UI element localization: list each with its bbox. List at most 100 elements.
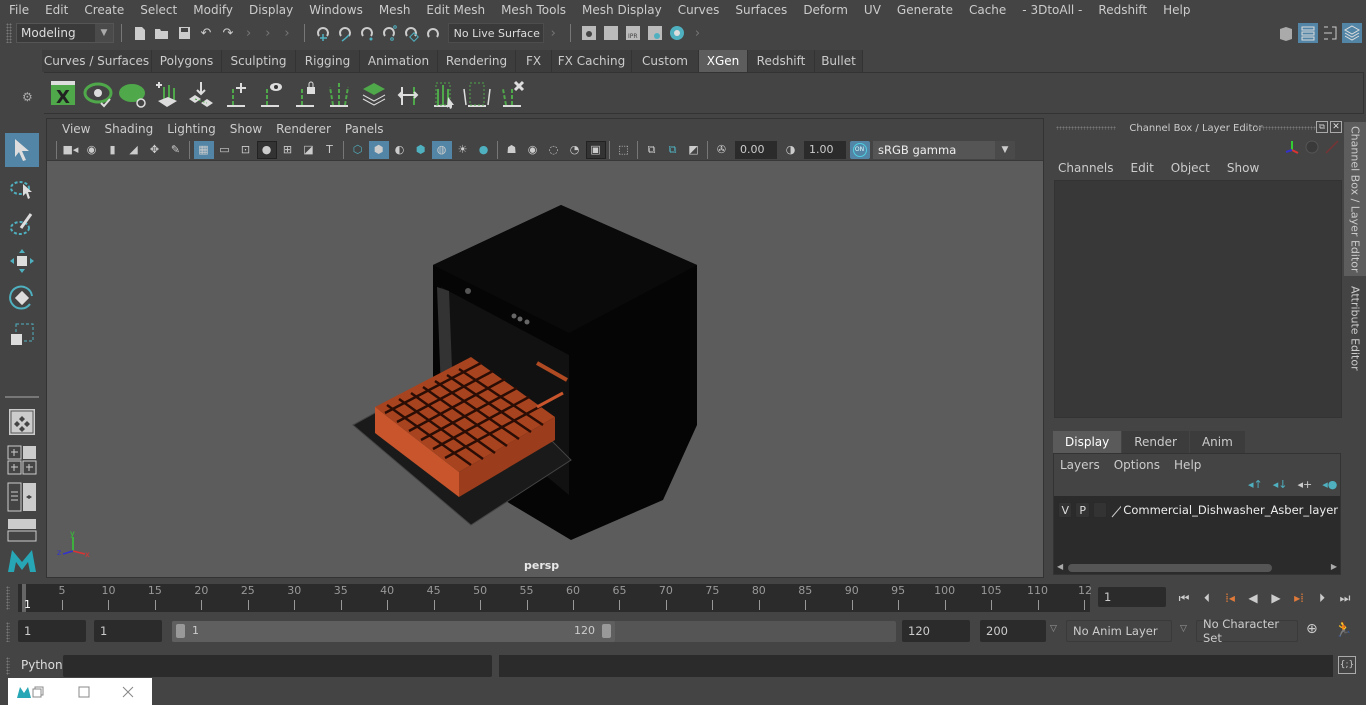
hud-icon[interactable]: ⧉ [663,141,683,159]
drag-handle[interactable] [6,23,12,43]
2d-pan-zoom-icon[interactable]: ✥ [145,141,165,159]
move-layer-down-icon[interactable]: ◂↓ [1273,478,1288,491]
viewport-menu-lighting[interactable]: Lighting [160,122,223,136]
script-editor-icon[interactable]: {;} [1338,656,1356,674]
menu-uv[interactable]: UV [855,3,888,17]
chevron-down-icon[interactable]: ▽ [1050,624,1057,634]
range-end-field[interactable]: 200 [980,620,1046,642]
snap-live-icon[interactable] [401,23,421,43]
shadows-icon[interactable]: ● [474,141,494,159]
xgen-flip-guides-icon[interactable] [393,79,423,109]
layer-display-type-toggle[interactable] [1092,502,1108,518]
drag-handle[interactable] [6,586,10,610]
maximize-icon[interactable] [78,686,90,698]
menu-file[interactable]: File [0,3,36,17]
image-icon[interactable]: ◩ [684,141,704,159]
new-layer-selected-icon[interactable]: ◂● [1322,478,1337,491]
ipr-render-icon[interactable]: IPR [623,23,643,43]
shelf-tab-animation[interactable]: Animation [360,50,438,72]
step-back-key-icon[interactable]: ⁞◂ [1220,588,1240,608]
new-empty-layer-icon[interactable]: ◂+ [1298,478,1313,491]
select-tool-icon[interactable] [5,133,39,167]
channel-box-area[interactable] [1054,180,1342,418]
move-layer-up-icon[interactable]: ◂↑ [1248,478,1263,491]
screen-space-ao-icon[interactable]: ☗ [502,141,522,159]
xgen-show-guides-icon[interactable] [255,79,285,109]
layer-visibility-toggle[interactable]: V [1058,502,1073,518]
four-pane-layout-icon[interactable] [5,443,39,477]
menu-cache[interactable]: Cache [960,3,1013,17]
open-scene-icon[interactable] [152,23,172,43]
channel-box-menu-channels[interactable]: Channels [1058,161,1114,175]
isolate-select-icon[interactable]: ▣ [585,140,606,159]
shelf-tab-redshift[interactable]: Redshift [748,50,815,72]
xgen-density-icon[interactable] [359,79,389,109]
color-space-dropdown[interactable]: sRGB gamma ▼ [873,140,1015,159]
snap-magnet-icon[interactable] [423,23,443,43]
depth-of-field-icon[interactable]: ◔ [565,141,585,159]
shelf-tab-custom[interactable]: Custom [632,50,699,72]
scale-tool-icon[interactable] [5,318,39,352]
range-slider[interactable]: 1 120 [172,621,615,642]
rotate-tool-icon[interactable] [5,281,39,315]
smooth-shade-icon[interactable]: ⬢ [368,140,389,159]
auto-key-icon[interactable]: ⊕ [1306,621,1326,641]
layer-tab-render[interactable]: Render [1122,431,1189,453]
shelf-tab-rigging[interactable]: Rigging [296,50,360,72]
menu-windows[interactable]: Windows [300,3,370,17]
layer-color-swatch-icon[interactable] [1110,501,1122,519]
snap-grid-icon[interactable] [313,23,333,43]
undo-icon[interactable]: ↶ [196,23,216,43]
gate-mask-icon[interactable]: ● [256,140,277,159]
menu-surfaces[interactable]: Surfaces [726,3,794,17]
collapse-icon[interactable]: › [284,26,289,41]
menu-deform[interactable]: Deform [794,3,855,17]
menu-modify[interactable]: Modify [184,3,240,17]
tool-settings-icon[interactable] [1320,23,1340,43]
layer-row[interactable]: V P Commercial_Dishwasher_Asber_layer [1058,500,1338,520]
film-gate-icon[interactable]: ▭ [215,141,235,159]
xgen-add-guides-icon[interactable] [152,79,182,109]
attribute-editor-icon[interactable] [1298,23,1318,43]
float-panel-icon[interactable]: ⧉ [1316,121,1328,133]
dishwasher-model[interactable] [341,195,711,545]
menu-mesh[interactable]: Mesh [370,3,418,17]
save-scene-icon[interactable] [174,23,194,43]
snap-point-icon[interactable] [357,23,377,43]
xray-icon[interactable]: ⬢ [411,141,431,159]
range-end-handle[interactable] [602,624,611,638]
channel-box-menu-object[interactable]: Object [1171,161,1210,175]
script-language-label[interactable]: Python [21,658,63,672]
motion-blur-icon[interactable]: ◉ [523,141,543,159]
collapse-icon[interactable]: › [551,26,556,41]
collapse-icon[interactable]: › [246,26,251,41]
drag-handle[interactable] [6,657,10,675]
redo-icon[interactable]: ↷ [218,23,238,43]
menu-help[interactable]: Help [1154,3,1197,17]
shelf-tab-rendering[interactable]: Rendering [438,50,516,72]
image-plane-icon[interactable]: ◢ [124,141,144,159]
grid-icon[interactable]: ▦ [193,140,214,159]
channel-box-icon[interactable] [1342,23,1362,43]
move-tool-icon[interactable] [5,244,39,278]
maya-logo-icon[interactable] [5,542,39,576]
shelf-tab-polygons[interactable]: Polygons [152,50,222,72]
xgen-preview-icon[interactable] [83,79,113,109]
shelf-tab-curves-surfaces[interactable]: Curves / Surfaces [42,50,152,72]
shelf-tab-sculpting[interactable]: Sculpting [222,50,296,72]
xgen-select-guides-icon[interactable] [428,79,458,109]
tab-channel-box-layer-editor[interactable]: Channel Box / Layer Editor [1344,122,1366,276]
menu-edit-mesh[interactable]: Edit Mesh [417,3,492,17]
safe-title-icon[interactable]: T [320,141,340,159]
color-management-toggle[interactable]: ON [849,140,870,159]
current-frame-field[interactable]: 1 [1098,587,1166,607]
safe-action-icon[interactable]: ◪ [299,141,319,159]
chevron-down-icon[interactable]: ▽ [1180,624,1187,634]
snap-curve-icon[interactable] [335,23,355,43]
menu-create[interactable]: Create [75,3,131,17]
range-start-field[interactable]: 1 [18,620,86,642]
anim-layer-dropdown[interactable]: No Anim Layer [1066,620,1172,642]
xgen-add-guide-icon[interactable] [221,79,251,109]
step-forward-frame-icon[interactable]: ⏵ [1312,588,1332,608]
single-pane-layout-icon[interactable] [5,405,39,439]
